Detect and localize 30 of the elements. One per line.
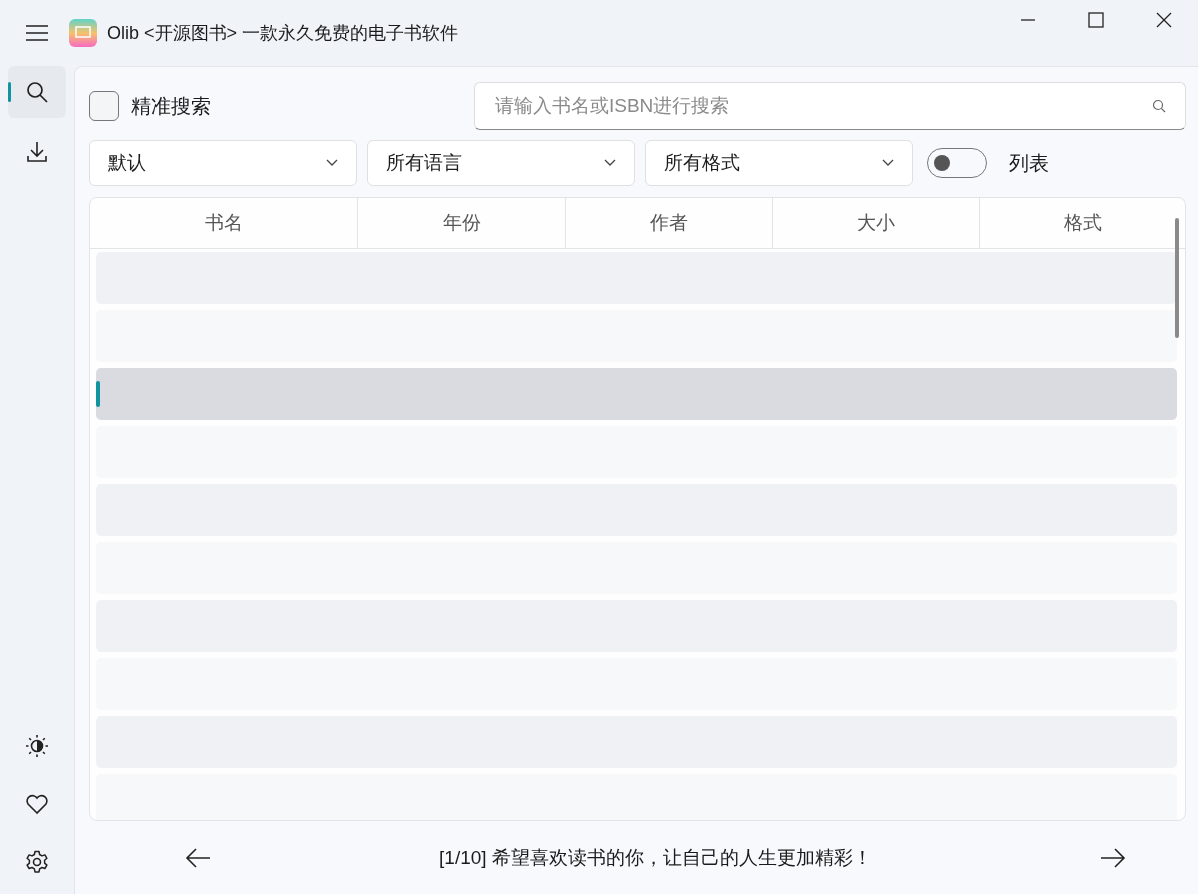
chevron-down-icon (326, 159, 338, 167)
heart-icon[interactable] (25, 793, 49, 815)
search-icon (26, 81, 48, 103)
chevron-down-icon (882, 159, 894, 167)
filter-dropdown[interactable]: 默认 (89, 140, 357, 186)
window-title: Olib <开源图书> 一款永久免费的电子书软件 (107, 22, 459, 45)
chevron-down-icon (604, 159, 616, 167)
list-toggle-label: 列表 (1009, 150, 1049, 176)
search-icon[interactable] (1152, 99, 1166, 113)
filter-dropdown[interactable]: 所有语言 (367, 140, 635, 186)
column-header[interactable]: 年份 (357, 198, 565, 248)
close-icon[interactable] (1156, 12, 1172, 28)
scrollbar[interactable] (1175, 218, 1179, 338)
app-logo-icon (69, 19, 97, 47)
brightness-icon[interactable] (25, 734, 49, 758)
menu-icon[interactable] (25, 24, 49, 42)
search-field[interactable]: 请输入书名或ISBN进行搜索 (474, 82, 1186, 130)
maximize-icon[interactable] (1088, 12, 1104, 28)
nav-item[interactable] (8, 66, 66, 118)
column-header[interactable]: 书名 (90, 198, 357, 248)
arrow-right-icon[interactable] (1100, 847, 1126, 868)
settings-icon[interactable] (25, 850, 49, 874)
download-icon (26, 141, 48, 163)
exact-search-label: 精准搜索 (131, 93, 211, 119)
footer-message: [1/10] 希望喜欢读书的你，让自己的人生更加精彩！ (438, 845, 873, 870)
column-header[interactable]: 大小 (772, 198, 979, 248)
exact-search-checkbox[interactable] (89, 91, 119, 121)
arrow-left-icon[interactable] (185, 847, 211, 868)
column-header[interactable]: 作者 (565, 198, 772, 248)
filter-dropdown[interactable]: 所有格式 (645, 140, 913, 186)
